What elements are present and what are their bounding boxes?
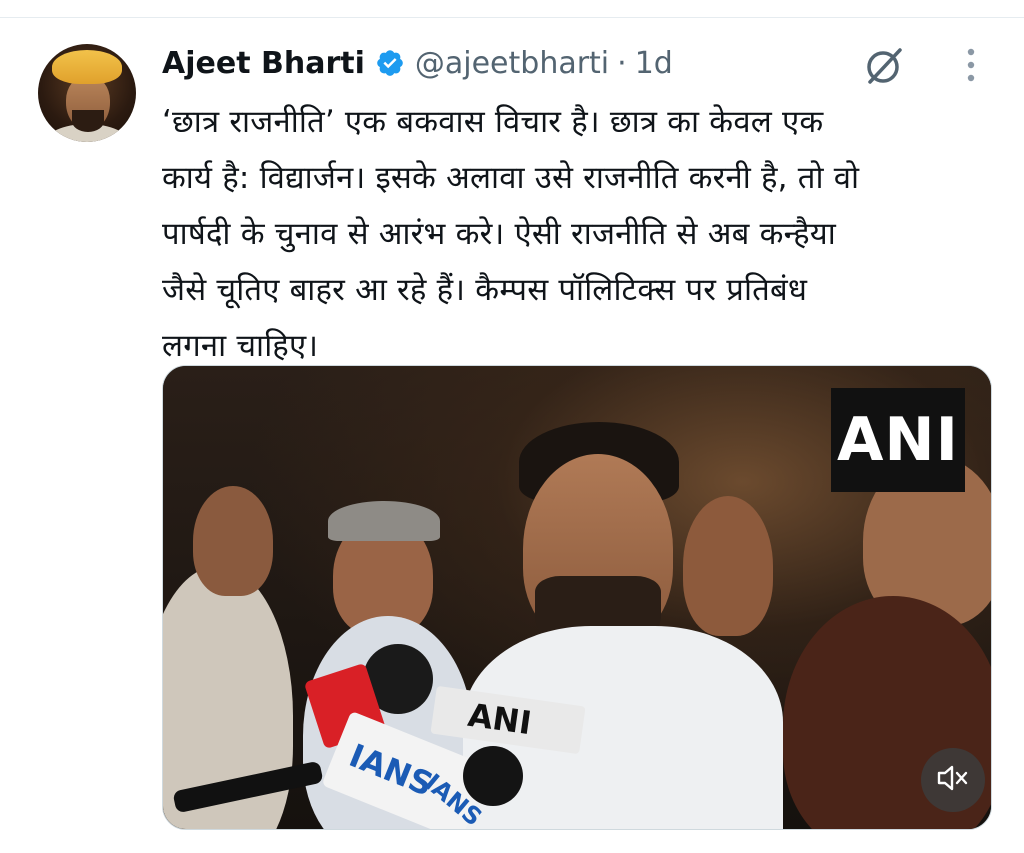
tweet-text-line: पार्षदी के चुनाव से आरंभ करे। ऐसी राजनीत…: [162, 216, 836, 252]
tweet-header: Ajeet Bharti @ajeetbharti · 1d: [162, 40, 673, 86]
tweet-text-line: कार्य है: विद्यार्जन। इसके अलावा उसे राज…: [162, 160, 860, 196]
ani-watermark-text: ANI: [837, 405, 959, 475]
avatar[interactable]: [38, 44, 136, 142]
microphone: [463, 746, 523, 806]
tweet[interactable]: Ajeet Bharti @ajeetbharti · 1d ‘छात्र रा…: [0, 0, 1024, 853]
avatar-beard: [72, 110, 104, 132]
timestamp[interactable]: 1d: [635, 46, 673, 81]
avatar-turban: [52, 50, 122, 84]
volume-muted-icon: [936, 763, 970, 797]
verified-badge-icon[interactable]: [375, 48, 405, 78]
tweet-text-line: ‘छात्र राजनीति’ एक बकवास विचार है। छात्र…: [162, 104, 824, 140]
mute-button[interactable]: [921, 748, 985, 812]
grok-icon[interactable]: [862, 42, 908, 88]
ani-watermark: ANI: [831, 388, 965, 492]
more-vertical-icon[interactable]: [958, 46, 984, 86]
user-handle[interactable]: @ajeetbharti: [415, 46, 609, 81]
bystander-cap: [328, 501, 440, 541]
display-name[interactable]: Ajeet Bharti: [162, 46, 365, 81]
tweet-text: ‘छात्र राजनीति’ एक बकवास विचार है। छात्र…: [162, 94, 1012, 374]
bystander-figure: [683, 496, 773, 636]
video-player[interactable]: ANI IANS IANS ANI: [162, 365, 992, 830]
tweet-text-line: जैसे चूतिए बाहर आ रहे हैं। कैम्पस पॉलिटि…: [162, 272, 808, 308]
separator-dot: ·: [617, 45, 627, 81]
bystander-figure: [193, 486, 273, 596]
